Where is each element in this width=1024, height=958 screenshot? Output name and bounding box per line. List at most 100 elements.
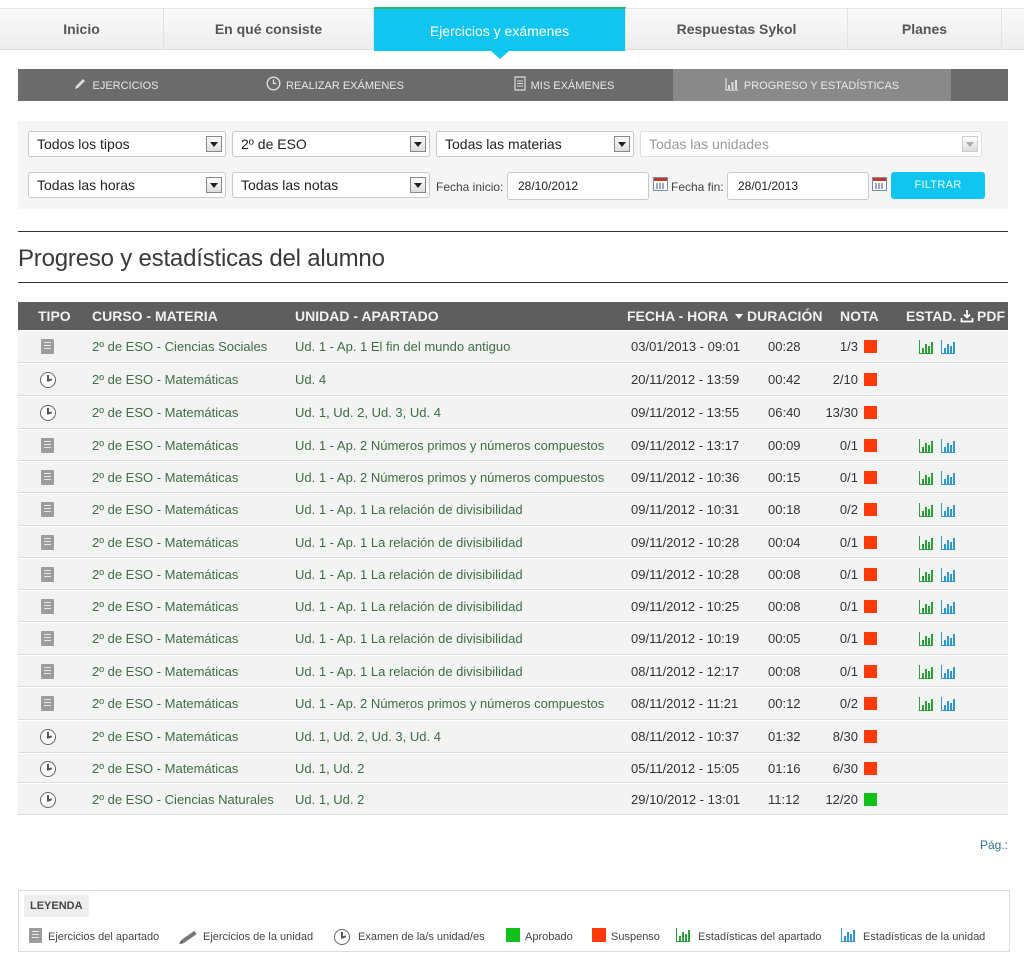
cell-unidad-apartado[interactable]: Ud. 1 - Ap. 1 La relación de divisibilid… <box>295 535 523 551</box>
table-row[interactable]: 2º de ESO - Matemáticas Ud. 1 - Ap. 2 Núm… <box>18 430 1008 461</box>
cell-unidad-apartado[interactable]: Ud. 1 - Ap. 1 La relación de divisibilid… <box>295 502 523 518</box>
tab-ejercicios-label: Ejercicios y exámenes <box>429 23 570 39</box>
subtab-mis-examenes[interactable]: Mis exámenes <box>456 69 672 101</box>
section-stats-icon[interactable] <box>919 632 933 646</box>
legend-item: Aprobado <box>525 931 573 943</box>
unit-stats-icon[interactable] <box>941 439 955 453</box>
section-stats-icon[interactable] <box>919 568 933 582</box>
unidad-select[interactable]: Todas las unidades <box>640 131 982 157</box>
tipo-select[interactable]: Todos los tipos <box>28 131 226 157</box>
calendar-icon[interactable] <box>653 177 668 191</box>
cell-unidad-apartado[interactable]: Ud. 4 <box>295 372 326 388</box>
section-stats-icon[interactable] <box>919 503 933 517</box>
curso-select[interactable]: 2º de ESO <box>232 131 430 157</box>
section-stats-icon[interactable] <box>919 665 933 679</box>
horas-select[interactable]: Todas las horas <box>28 172 226 198</box>
unit-stats-icon[interactable] <box>941 536 955 550</box>
cell-unidad-apartado[interactable]: Ud. 1, Ud. 2 <box>295 761 364 777</box>
table-row[interactable]: 2º de ESO - Matemáticas Ud. 1 - Ap. 1 La … <box>18 656 1008 687</box>
cell-curso-materia[interactable]: 2º de ESO - Matemáticas <box>92 761 238 777</box>
fecha-inicio-input[interactable]: 28/10/2012 <box>507 172 649 200</box>
table-header: TIPO CURSO - MATERIA UNIDAD - APARTADO F… <box>18 302 1008 330</box>
table-row[interactable]: 2º de ESO - Ciencias Naturales Ud. 1, Ud.… <box>18 784 1008 815</box>
tab-en-que-consiste[interactable]: En qué consiste <box>164 9 374 50</box>
table-row[interactable]: 2º de ESO - Matemáticas Ud. 1 - Ap. 1 La … <box>18 591 1008 622</box>
section-stats-icon[interactable] <box>919 600 933 614</box>
cell-unidad-apartado[interactable]: Ud. 1 - Ap. 2 Números primos y números c… <box>295 438 604 454</box>
cell-fecha-hora: 08/11/2012 - 11:21 <box>631 696 739 711</box>
cell-curso-materia[interactable]: 2º de ESO - Matemáticas <box>92 470 238 486</box>
cell-unidad-apartado[interactable]: Ud. 1 - Ap. 2 Números primos y números c… <box>295 696 604 712</box>
tab-respuestas-sykol[interactable]: Respuestas Sykol <box>626 9 848 50</box>
cell-curso-materia[interactable]: 2º de ESO - Matemáticas <box>92 729 238 745</box>
cell-curso-materia[interactable]: 2º de ESO - Matemáticas <box>92 631 238 647</box>
table-row[interactable]: 2º de ESO - Matemáticas Ud. 1 - Ap. 1 La … <box>18 494 1008 526</box>
unit-stats-icon[interactable] <box>941 600 955 614</box>
unit-stats-icon[interactable] <box>941 340 955 354</box>
table-row[interactable]: 2º de ESO - Ciencias Sociales Ud. 1 - Ap.… <box>18 331 1008 363</box>
cell-curso-materia[interactable]: 2º de ESO - Matemáticas <box>92 502 238 518</box>
tab-ejercicios-y-examenes[interactable]: Ejercicios y exámenes <box>374 7 626 59</box>
section-stats-icon[interactable] <box>919 340 933 354</box>
table-row[interactable]: 2º de ESO - Matemáticas Ud. 1 - Ap. 1 La … <box>18 527 1008 558</box>
notas-select[interactable]: Todas las notas <box>232 172 430 198</box>
cell-unidad-apartado[interactable]: Ud. 1 - Ap. 1 El fin del mundo antiguo <box>295 339 510 355</box>
filtrar-button[interactable]: FILTRAR <box>891 172 985 199</box>
cell-unidad-apartado[interactable]: Ud. 1 - Ap. 1 La relación de divisibilid… <box>295 567 523 583</box>
cell-curso-materia[interactable]: 2º de ESO - Matemáticas <box>92 664 238 680</box>
cell-unidad-apartado[interactable]: Ud. 1, Ud. 2, Ud. 3, Ud. 4 <box>295 729 441 745</box>
cell-curso-materia[interactable]: 2º de ESO - Matemáticas <box>92 567 238 583</box>
cell-curso-materia[interactable]: 2º de ESO - Matemáticas <box>92 372 238 388</box>
cell-curso-materia[interactable]: 2º de ESO - Matemáticas <box>92 696 238 712</box>
header-pdf[interactable]: PDF <box>960 302 1005 330</box>
unit-stats-icon[interactable] <box>941 665 955 679</box>
subtab-realizar-examenes[interactable]: Realizar exámenes <box>214 69 456 101</box>
tab-planes[interactable]: Planes <box>848 9 1002 50</box>
unit-stats-icon[interactable] <box>941 632 955 646</box>
table-row[interactable]: 2º de ESO - Matemáticas Ud. 4 20/11/2012 -… <box>18 364 1008 396</box>
table-row[interactable]: 2º de ESO - Matemáticas Ud. 1 - Ap. 1 La … <box>18 559 1008 590</box>
table-row[interactable]: 2º de ESO - Matemáticas Ud. 1, Ud. 2, Ud.… <box>18 397 1008 429</box>
legend-item: Suspenso <box>611 931 660 943</box>
cell-unidad-apartado[interactable]: Ud. 1 - Ap. 2 Números primos y números c… <box>295 470 604 486</box>
subtab-ejercicios[interactable]: Ejercicios <box>18 69 214 101</box>
cell-curso-materia[interactable]: 2º de ESO - Matemáticas <box>92 599 238 615</box>
header-duracion[interactable]: DURACIÓN <box>735 302 822 330</box>
header-nota[interactable]: NOTA <box>840 302 879 330</box>
unit-stats-icon[interactable] <box>941 697 955 711</box>
section-stats-icon[interactable] <box>919 439 933 453</box>
unit-stats-icon[interactable] <box>941 503 955 517</box>
tab-inicio[interactable]: Inicio <box>0 9 164 50</box>
unit-stats-icon[interactable] <box>941 568 955 582</box>
table-row[interactable]: 2º de ESO - Matemáticas Ud. 1, Ud. 2, Ud.… <box>18 721 1008 753</box>
cell-curso-materia[interactable]: 2º de ESO - Matemáticas <box>92 438 238 454</box>
chevron-down-icon <box>962 136 978 152</box>
header-fecha-hora[interactable]: FECHA - HORA <box>627 302 728 330</box>
cell-unidad-apartado[interactable]: Ud. 1, Ud. 2 <box>295 792 364 808</box>
cell-unidad-apartado[interactable]: Ud. 1, Ud. 2, Ud. 3, Ud. 4 <box>295 405 441 421</box>
cell-unidad-apartado[interactable]: Ud. 1 - Ap. 1 La relación de divisibilid… <box>295 599 523 615</box>
table-row[interactable]: 2º de ESO - Matemáticas Ud. 1 - Ap. 2 Núm… <box>18 462 1008 493</box>
table-row[interactable]: 2º de ESO - Matemáticas Ud. 1 - Ap. 1 La … <box>18 623 1008 655</box>
section-stats-icon[interactable] <box>919 697 933 711</box>
header-tipo[interactable]: TIPO <box>38 302 71 330</box>
fecha-fin-input[interactable]: 28/01/2013 <box>727 172 869 200</box>
subtab-progreso-estadisticas[interactable]: Progreso y estadísticas <box>673 69 951 101</box>
section-stats-icon[interactable] <box>919 536 933 550</box>
cell-curso-materia[interactable]: 2º de ESO - Ciencias Naturales <box>92 792 274 808</box>
horas-select-value: Todas las horas <box>37 177 136 193</box>
cell-curso-materia[interactable]: 2º de ESO - Matemáticas <box>92 535 238 551</box>
table-row[interactable]: 2º de ESO - Matemáticas Ud. 1, Ud. 2 05/11… <box>18 754 1008 783</box>
table-row[interactable]: 2º de ESO - Matemáticas Ud. 1 - Ap. 2 Núm… <box>18 688 1008 720</box>
cell-curso-materia[interactable]: 2º de ESO - Ciencias Sociales <box>92 339 267 355</box>
materia-select[interactable]: Todas las materias <box>436 131 634 157</box>
calendar-icon[interactable] <box>872 177 887 191</box>
cell-curso-materia[interactable]: 2º de ESO - Matemáticas <box>92 405 238 421</box>
header-unidad-apartado[interactable]: UNIDAD - APARTADO <box>295 302 439 330</box>
header-curso-materia[interactable]: CURSO - MATERIA <box>92 302 218 330</box>
unit-stats-icon[interactable] <box>941 471 955 485</box>
cell-unidad-apartado[interactable]: Ud. 1 - Ap. 1 La relación de divisibilid… <box>295 664 523 680</box>
cell-unidad-apartado[interactable]: Ud. 1 - Ap. 1 La relación de divisibilid… <box>295 631 523 647</box>
section-stats-icon[interactable] <box>919 471 933 485</box>
pagination: Pág.: <box>979 838 1008 852</box>
